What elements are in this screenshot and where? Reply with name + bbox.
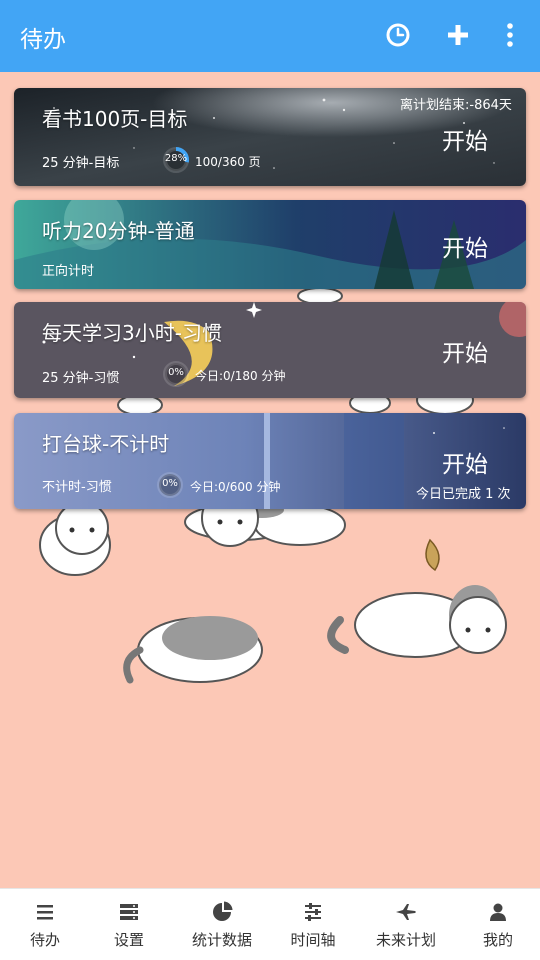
pie-chart-icon: [213, 901, 233, 921]
nav-label: 统计数据: [191, 931, 252, 949]
task-subtitle: 25 分钟-习惯: [42, 371, 120, 386]
progress-text: 100/360 页: [195, 155, 261, 169]
nav-label: 设置: [113, 931, 144, 949]
task-title: 听力20分钟-普通: [42, 219, 195, 243]
nav-item-settings[interactable]: 设置: [84, 889, 174, 960]
nav-label: 未来计划: [375, 931, 436, 949]
nav-item-profile[interactable]: 我的: [453, 889, 540, 960]
start-button[interactable]: 开始: [442, 229, 488, 263]
start-button[interactable]: 开始: [442, 334, 488, 368]
plus-icon[interactable]: [441, 18, 475, 52]
sliders-icon: [305, 903, 321, 921]
nav-label: 我的: [482, 931, 513, 949]
start-button[interactable]: 开始: [442, 122, 488, 156]
task-card[interactable]: 听力20分钟-普通 正向计时 开始: [14, 200, 526, 289]
task-title: 每天学习3小时-习惯: [42, 321, 222, 345]
task-card[interactable]: 打台球-不计时 不计时-习惯 0% 今日:0/600 分钟 开始 今日已完成 1…: [14, 413, 526, 509]
task-card[interactable]: 每天学习3小时-习惯 25 分钟-习惯 0% 今日:0/180 分钟 开始: [14, 302, 526, 398]
task-title: 打台球-不计时: [42, 432, 170, 456]
more-vert-icon[interactable]: [493, 18, 527, 52]
nav-item-future-plan[interactable]: 未来计划: [361, 889, 451, 960]
task-title: 看书100页-目标: [42, 107, 188, 131]
clock-icon[interactable]: [381, 18, 415, 52]
nav-item-timeline[interactable]: 时间轴: [268, 889, 358, 960]
task-subtitle: 正向计时: [42, 264, 95, 279]
progress-percent: 28%: [164, 153, 188, 164]
nav-item-statistics[interactable]: 统计数据: [177, 889, 267, 960]
person-icon: [490, 903, 506, 921]
task-subtitle: 25 分钟-目标: [42, 156, 120, 171]
settings-stack-icon: [120, 904, 138, 920]
plan-deadline-text: 离计划结束:-864天: [400, 98, 512, 113]
completed-today-text: 今日已完成 1 次: [416, 487, 511, 502]
progress-percent: 0%: [168, 367, 184, 378]
task-card[interactable]: 看书100页-目标 25 分钟-目标 28% 100/360 页 离计划结束:-…: [14, 88, 526, 186]
nav-label: 待办: [29, 931, 60, 949]
progress-text: 今日:0/600 分钟: [190, 480, 281, 494]
bottom-navigation: 待办 设置 统计数据 时间轴 未来计划 我的: [0, 888, 540, 960]
nav-item-todo[interactable]: 待办: [0, 889, 90, 960]
task-subtitle: 不计时-习惯: [42, 480, 112, 495]
list-icon: [37, 905, 53, 920]
start-button[interactable]: 开始: [442, 445, 488, 479]
progress-text: 今日:0/180 分钟: [195, 369, 286, 383]
app-bar: 待办: [0, 0, 540, 72]
page-title: 待办: [20, 27, 66, 53]
nav-label: 时间轴: [290, 931, 336, 949]
progress-percent: 0%: [162, 478, 178, 489]
plane-icon: [396, 904, 416, 920]
